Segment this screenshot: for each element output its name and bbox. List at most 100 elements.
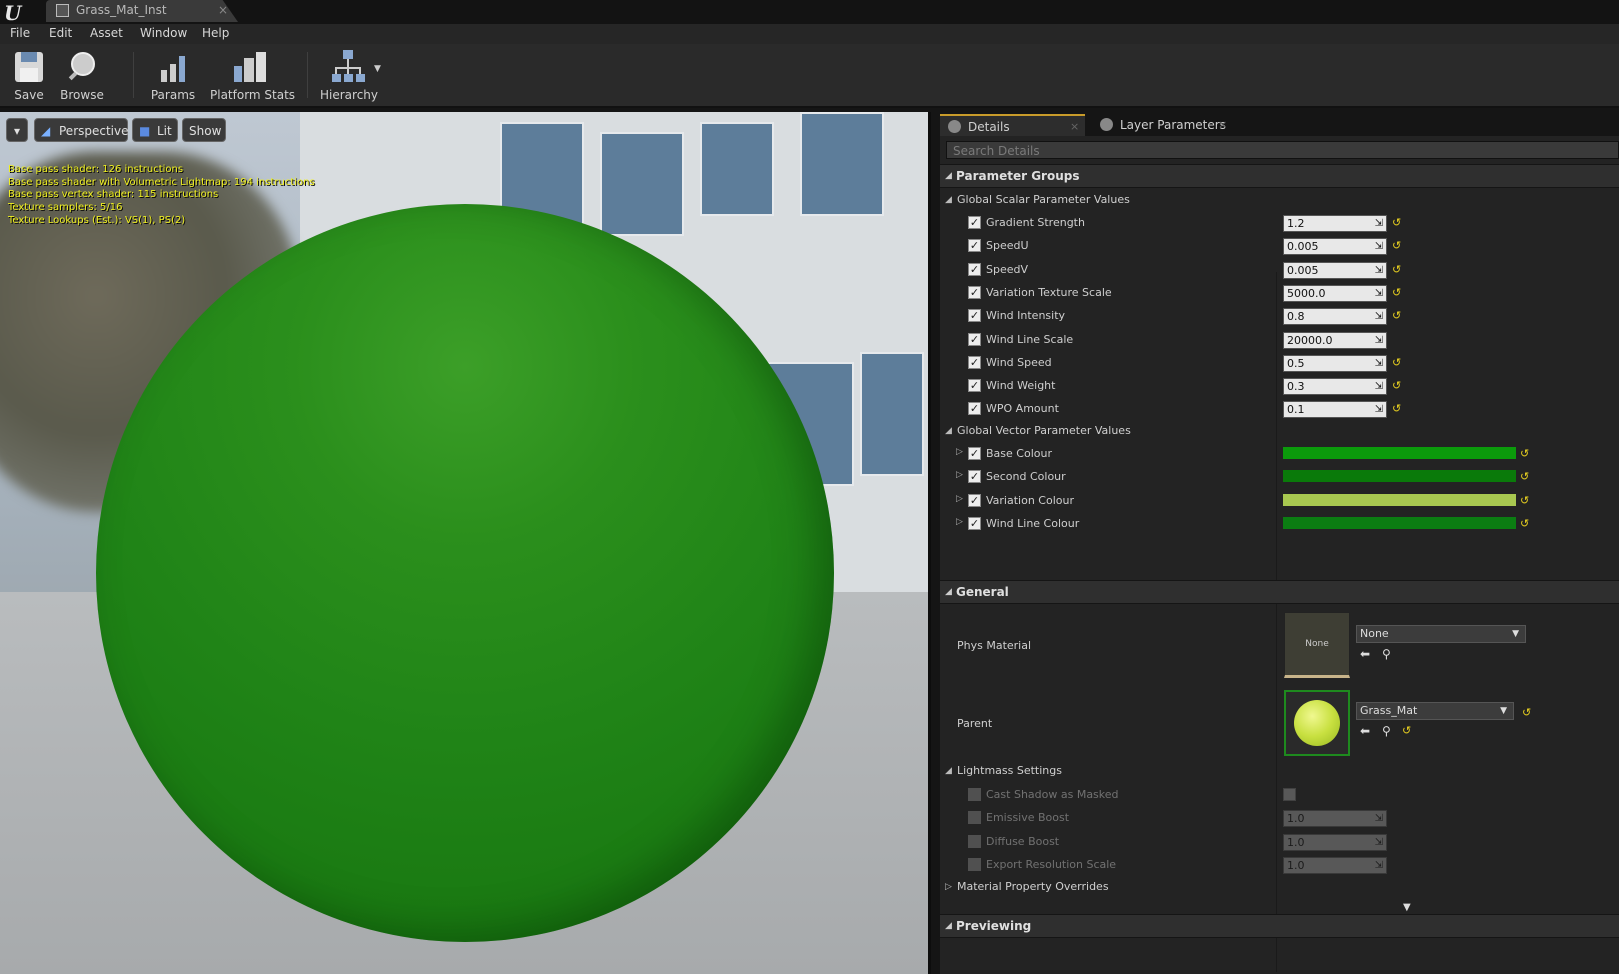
show-button[interactable]: Show bbox=[182, 118, 226, 142]
reset-to-default-icon[interactable]: ↺ bbox=[1392, 286, 1401, 299]
reset-to-default-icon[interactable]: ↺ bbox=[1520, 494, 1529, 507]
viewport-options-dropdown[interactable]: ▾ bbox=[6, 118, 28, 142]
param-enable-checkbox[interactable]: ✓ bbox=[968, 309, 981, 323]
menu-window[interactable]: Window bbox=[140, 26, 187, 40]
unreal-logo-icon[interactable]: U bbox=[4, 1, 21, 25]
color-swatch[interactable] bbox=[1283, 516, 1516, 529]
reset-to-default-icon[interactable]: ↺ bbox=[1520, 447, 1529, 460]
phys-material-combo[interactable]: None ▼ bbox=[1356, 625, 1526, 643]
drag-spin-icon[interactable]: ⇲ bbox=[1375, 239, 1383, 254]
category-global-scalar[interactable]: ◢ Global Scalar Parameter Values bbox=[940, 189, 1619, 211]
drag-spin-icon[interactable]: ⇲ bbox=[1375, 811, 1383, 826]
tab-layer-parameters[interactable]: Layer Parameters × bbox=[1092, 114, 1232, 136]
use-selected-arrow-icon[interactable]: ⬅ bbox=[1360, 647, 1370, 661]
expand-icon[interactable]: ▷ bbox=[956, 447, 963, 457]
browse-button[interactable]: Browse bbox=[59, 48, 105, 102]
search-details-input[interactable]: Search Details bbox=[946, 141, 1619, 159]
drag-spin-icon[interactable]: ⇲ bbox=[1375, 216, 1383, 231]
menu-edit[interactable]: Edit bbox=[49, 26, 72, 40]
parent-combo[interactable]: Grass_Mat ▼ bbox=[1356, 702, 1514, 720]
drag-spin-icon[interactable]: ⇲ bbox=[1375, 263, 1383, 278]
menu-file[interactable]: File bbox=[10, 26, 30, 40]
expand-icon[interactable]: ▷ bbox=[956, 517, 963, 527]
save-button[interactable]: Save bbox=[10, 48, 48, 102]
param-enable-checkbox[interactable]: ✓ bbox=[968, 447, 981, 460]
setting-value-input[interactable]: 1.0 ⇲ bbox=[1283, 856, 1387, 874]
menu-help[interactable]: Help bbox=[202, 26, 229, 40]
param-enable-checkbox[interactable]: ✓ bbox=[968, 332, 981, 346]
param-enable-checkbox[interactable]: ✓ bbox=[968, 379, 981, 393]
param-enable-checkbox[interactable]: ✓ bbox=[968, 355, 981, 369]
preview-viewport[interactable]: ▾ ◢ Perspective ■ Lit Show Base pass sha… bbox=[0, 112, 931, 974]
param-value-input[interactable]: 0.005 ⇲ bbox=[1283, 261, 1387, 279]
override-checkbox[interactable] bbox=[968, 857, 981, 871]
param-enable-checkbox[interactable]: ✓ bbox=[968, 516, 981, 530]
reset-to-default-icon[interactable]: ↺ bbox=[1392, 379, 1401, 392]
close-tab-icon[interactable]: × bbox=[1070, 116, 1079, 138]
drag-spin-icon[interactable]: ⇲ bbox=[1375, 379, 1383, 394]
section-parameter-groups[interactable]: ◢ Parameter Groups bbox=[940, 164, 1619, 188]
reset-to-default-icon[interactable]: ↺ bbox=[1520, 517, 1529, 530]
param-value-input[interactable]: 0.8 ⇲ bbox=[1283, 308, 1387, 326]
drag-spin-icon[interactable]: ⇲ bbox=[1375, 858, 1383, 873]
document-tab[interactable]: Grass_Mat_Inst × bbox=[46, 0, 238, 22]
reset-to-default-icon[interactable]: ↺ bbox=[1520, 470, 1529, 483]
param-value-input[interactable]: 5000.0 ⇲ bbox=[1283, 284, 1387, 302]
params-button[interactable]: Params bbox=[150, 48, 196, 102]
override-checkbox[interactable] bbox=[968, 834, 981, 848]
use-selected-arrow-icon[interactable]: ⬅ bbox=[1360, 724, 1370, 738]
reset-to-default-icon[interactable]: ↺ bbox=[1392, 239, 1401, 252]
param-value-input[interactable]: 20000.0 ⇲ bbox=[1283, 331, 1387, 349]
reset-to-default-icon[interactable]: ↺ bbox=[1402, 724, 1411, 737]
param-enable-checkbox[interactable]: ✓ bbox=[968, 493, 981, 507]
color-swatch[interactable] bbox=[1283, 447, 1516, 459]
section-previewing[interactable]: ◢ Previewing bbox=[940, 914, 1619, 938]
reset-to-default-icon[interactable]: ↺ bbox=[1392, 402, 1401, 415]
param-value-input[interactable]: 0.1 ⇲ bbox=[1283, 401, 1387, 419]
setting-checkbox[interactable] bbox=[1283, 788, 1296, 801]
menu-asset[interactable]: Asset bbox=[90, 26, 123, 40]
reset-to-default-icon[interactable]: ↺ bbox=[1522, 706, 1531, 719]
setting-value-input[interactable]: 1.0 ⇲ bbox=[1283, 833, 1387, 851]
override-checkbox[interactable] bbox=[968, 811, 981, 825]
perspective-button[interactable]: ◢ Perspective bbox=[34, 118, 129, 142]
reset-to-default-icon[interactable]: ↺ bbox=[1392, 216, 1401, 229]
drag-spin-icon[interactable]: ⇲ bbox=[1375, 333, 1383, 348]
category-global-vector[interactable]: ◢ Global Vector Parameter Values bbox=[940, 420, 1619, 442]
reset-to-default-icon[interactable]: ↺ bbox=[1392, 263, 1401, 276]
color-swatch[interactable] bbox=[1283, 493, 1516, 506]
param-enable-checkbox[interactable]: ✓ bbox=[968, 285, 981, 299]
reset-to-default-icon[interactable]: ↺ bbox=[1392, 309, 1401, 322]
scroll-down-icon[interactable]: ▼ bbox=[1403, 902, 1411, 913]
drag-spin-icon[interactable]: ⇲ bbox=[1375, 309, 1383, 324]
browse-search-icon[interactable]: ⚲ bbox=[1382, 724, 1391, 738]
param-enable-checkbox[interactable]: ✓ bbox=[968, 216, 981, 229]
platform-stats-button[interactable]: Platform Stats bbox=[210, 48, 295, 102]
drag-spin-icon[interactable]: ⇲ bbox=[1375, 835, 1383, 850]
override-checkbox[interactable] bbox=[968, 788, 981, 801]
param-enable-checkbox[interactable]: ✓ bbox=[968, 262, 981, 276]
param-value-input[interactable]: 0.5 ⇲ bbox=[1283, 354, 1387, 372]
param-enable-checkbox[interactable]: ✓ bbox=[968, 239, 981, 253]
param-enable-checkbox[interactable]: ✓ bbox=[968, 402, 981, 416]
param-value-input[interactable]: 0.005 ⇲ bbox=[1283, 238, 1387, 256]
phys-material-thumbnail[interactable]: None bbox=[1284, 612, 1350, 678]
hierarchy-button[interactable]: Hierarchy bbox=[320, 48, 378, 102]
parent-thumbnail[interactable] bbox=[1284, 690, 1350, 756]
drag-spin-icon[interactable]: ⇲ bbox=[1375, 286, 1383, 301]
hierarchy-dropdown-icon[interactable]: ▼ bbox=[374, 64, 381, 74]
setting-value-input[interactable]: 1.0 ⇲ bbox=[1283, 810, 1387, 828]
close-tab-icon[interactable]: × bbox=[1218, 114, 1227, 136]
drag-spin-icon[interactable]: ⇲ bbox=[1375, 402, 1383, 417]
lit-button[interactable]: ■ Lit bbox=[132, 118, 178, 142]
param-enable-checkbox[interactable]: ✓ bbox=[968, 470, 981, 484]
category-material-property-overrides[interactable]: ▷ Material Property Overrides bbox=[940, 876, 1619, 898]
expand-icon[interactable]: ▷ bbox=[956, 494, 963, 504]
param-value-input[interactable]: 1.2 ⇲ bbox=[1283, 215, 1387, 232]
tab-details[interactable]: Details × bbox=[940, 114, 1085, 136]
color-swatch[interactable] bbox=[1283, 470, 1516, 483]
expand-icon[interactable]: ▷ bbox=[956, 470, 963, 480]
section-general[interactable]: ◢ General bbox=[940, 580, 1619, 604]
reset-to-default-icon[interactable]: ↺ bbox=[1392, 356, 1401, 369]
browse-search-icon[interactable]: ⚲ bbox=[1382, 647, 1391, 661]
